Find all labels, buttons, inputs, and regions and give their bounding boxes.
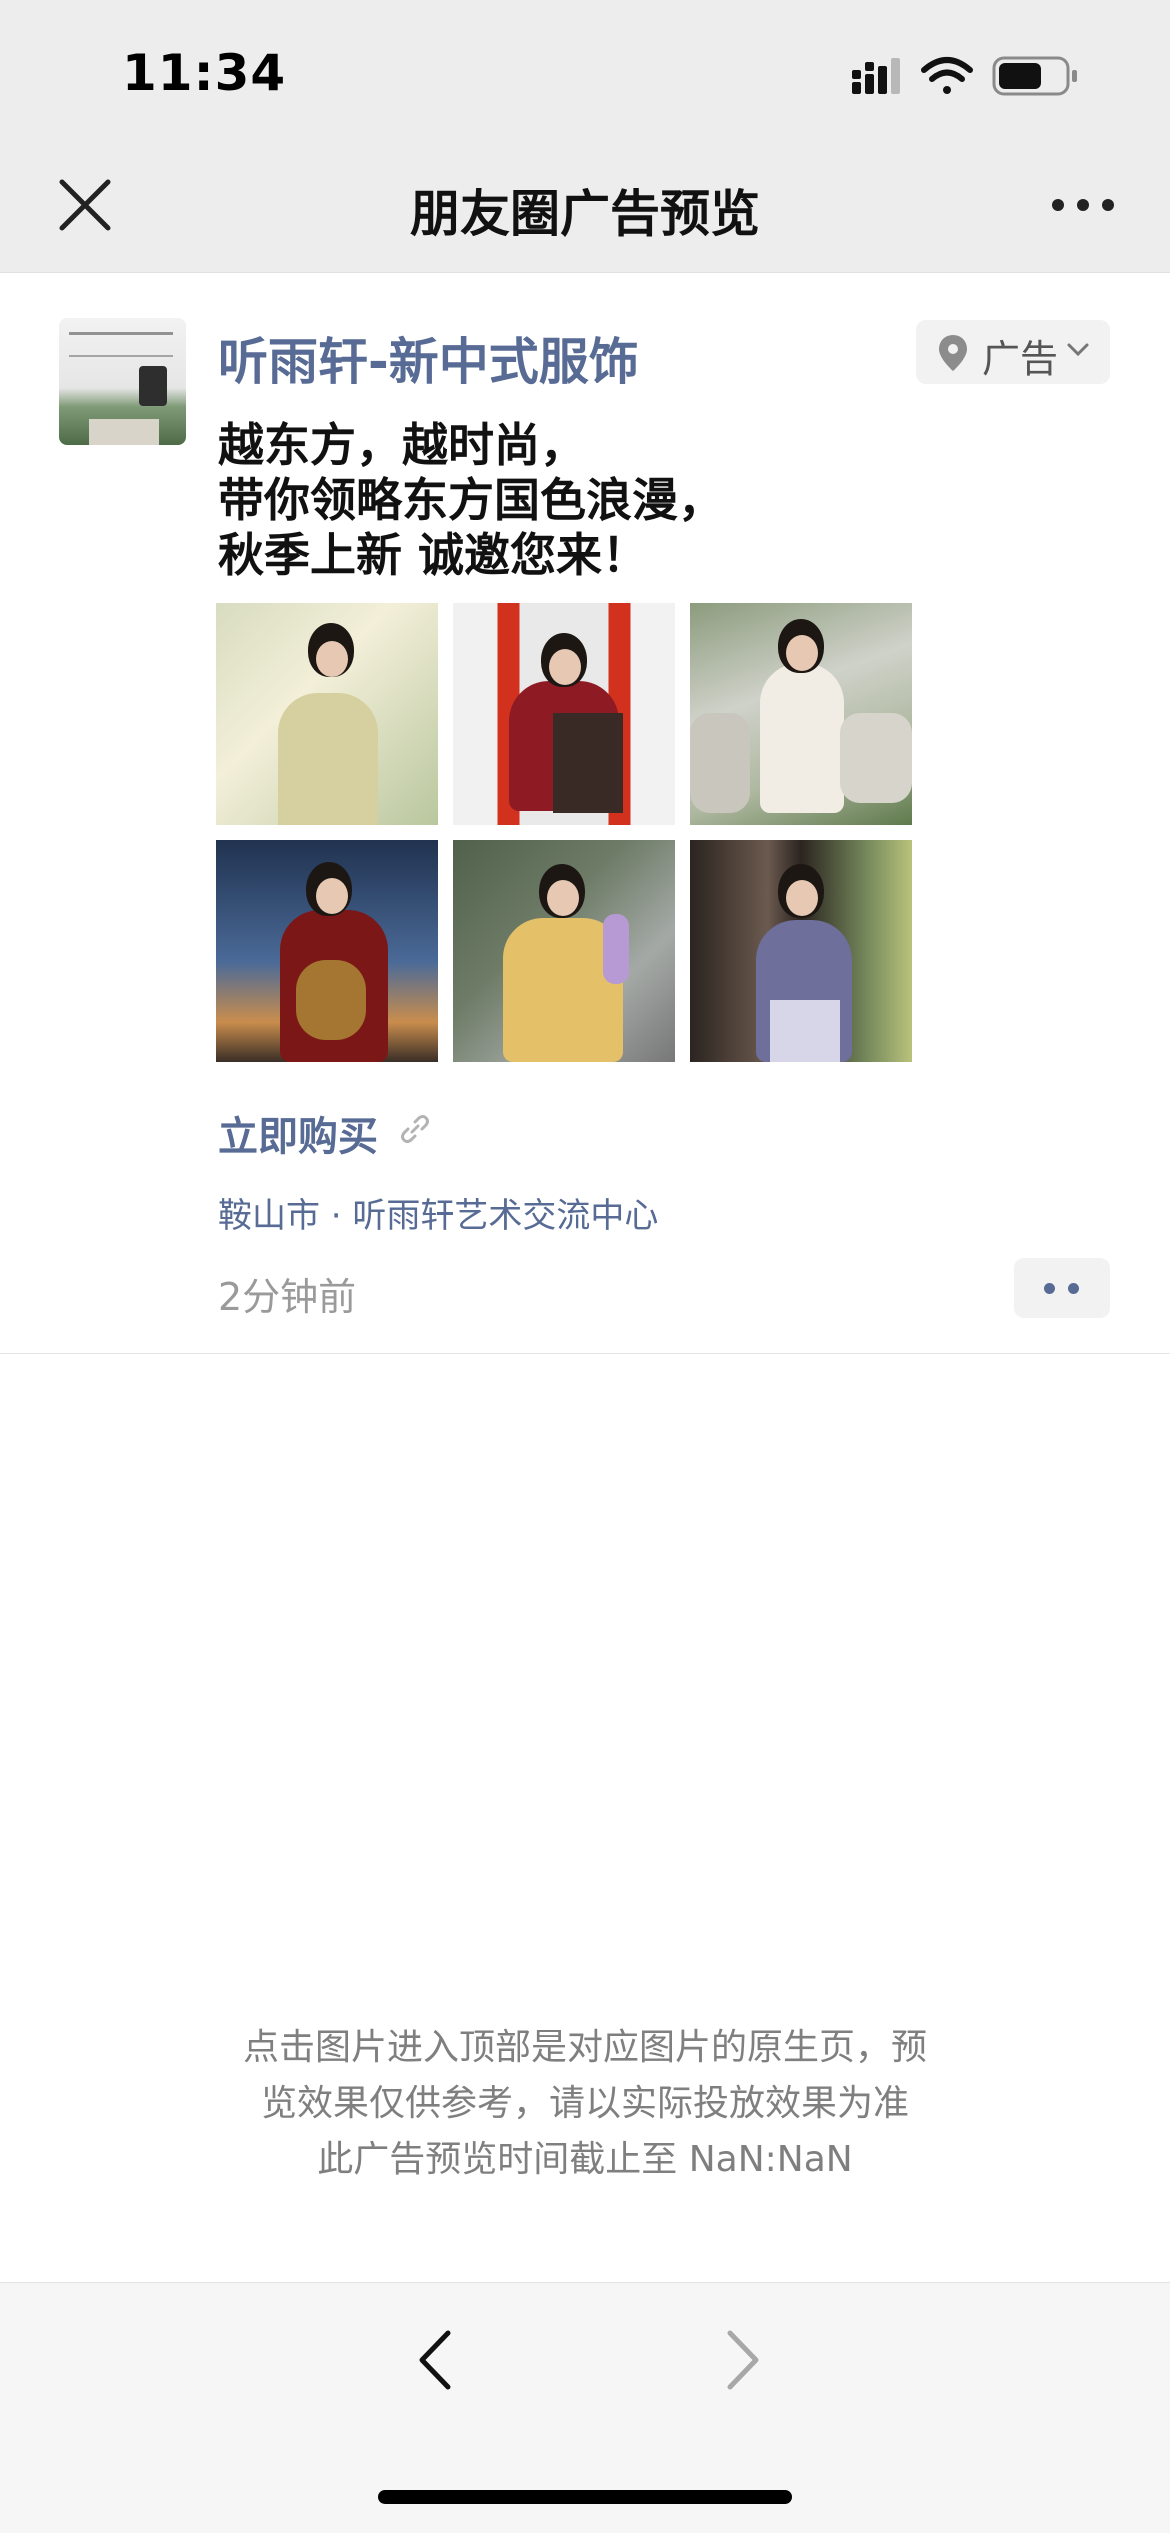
status-icons <box>852 52 1092 102</box>
photo-3[interactable] <box>690 603 912 825</box>
dot-icon <box>1044 1283 1055 1294</box>
post-text: 越东方，越时尚， 带你领略东方国色浪漫， 秋季上新 诚邀您来！ <box>218 418 1098 583</box>
notice-line: 点击图片进入顶部是对应图片的原生页，预 <box>242 2027 927 2068</box>
ad-label: 广告 <box>982 337 1059 381</box>
avatar[interactable] <box>59 318 186 445</box>
more-icon[interactable] <box>1048 190 1118 220</box>
home-indicator <box>378 2490 792 2504</box>
battery-icon <box>992 56 1077 96</box>
chevron-right-icon[interactable] <box>718 2325 768 2395</box>
post-time: 2分钟前 <box>218 1275 357 1319</box>
photo-1[interactable] <box>216 603 438 825</box>
page-title: 朋友圈广告预览 <box>410 185 760 243</box>
location-pin-icon <box>939 335 967 371</box>
post-text-line: 越东方，越时尚， <box>218 418 586 472</box>
photo-2[interactable] <box>453 603 675 825</box>
status-time: 11:34 <box>122 44 287 102</box>
top-bar: 11:34 朋友圈广告预览 <box>0 0 1170 273</box>
author-name[interactable]: 听雨轩-新中式服饰 <box>218 322 639 394</box>
post-text-line: 秋季上新 诚邀您来！ <box>218 528 649 582</box>
photo-5[interactable] <box>453 840 675 1062</box>
photo-6[interactable] <box>690 840 912 1062</box>
ad-badge[interactable]: 广告 <box>916 320 1110 384</box>
comment-more-button[interactable] <box>1014 1258 1110 1318</box>
photo-grid <box>216 603 912 1062</box>
link-icon <box>401 1115 429 1143</box>
dot-icon <box>1068 1283 1079 1294</box>
cellular-signal-icon <box>852 58 900 94</box>
photo-4[interactable] <box>216 840 438 1062</box>
notice-line: 此广告预览时间截止至 NaN:NaN <box>317 2139 853 2180</box>
buy-now-link[interactable]: 立即购买 <box>218 1104 378 1162</box>
divider <box>0 1353 1170 1354</box>
chevron-down-icon <box>1067 343 1089 357</box>
post-text-line: 带你领略东方国色浪漫， <box>218 473 724 527</box>
location-link[interactable]: 鞍山市 · 听雨轩艺术交流中心 <box>218 1188 658 1237</box>
wifi-icon <box>921 57 973 94</box>
notice-line: 览效果仅供参考，请以实际投放效果为准 <box>260 2083 909 2124</box>
chevron-left-icon[interactable] <box>410 2325 460 2395</box>
preview-notice: 点击图片进入顶部是对应图片的原生页，预 览效果仅供参考，请以实际投放效果为准 此… <box>200 2020 970 2188</box>
